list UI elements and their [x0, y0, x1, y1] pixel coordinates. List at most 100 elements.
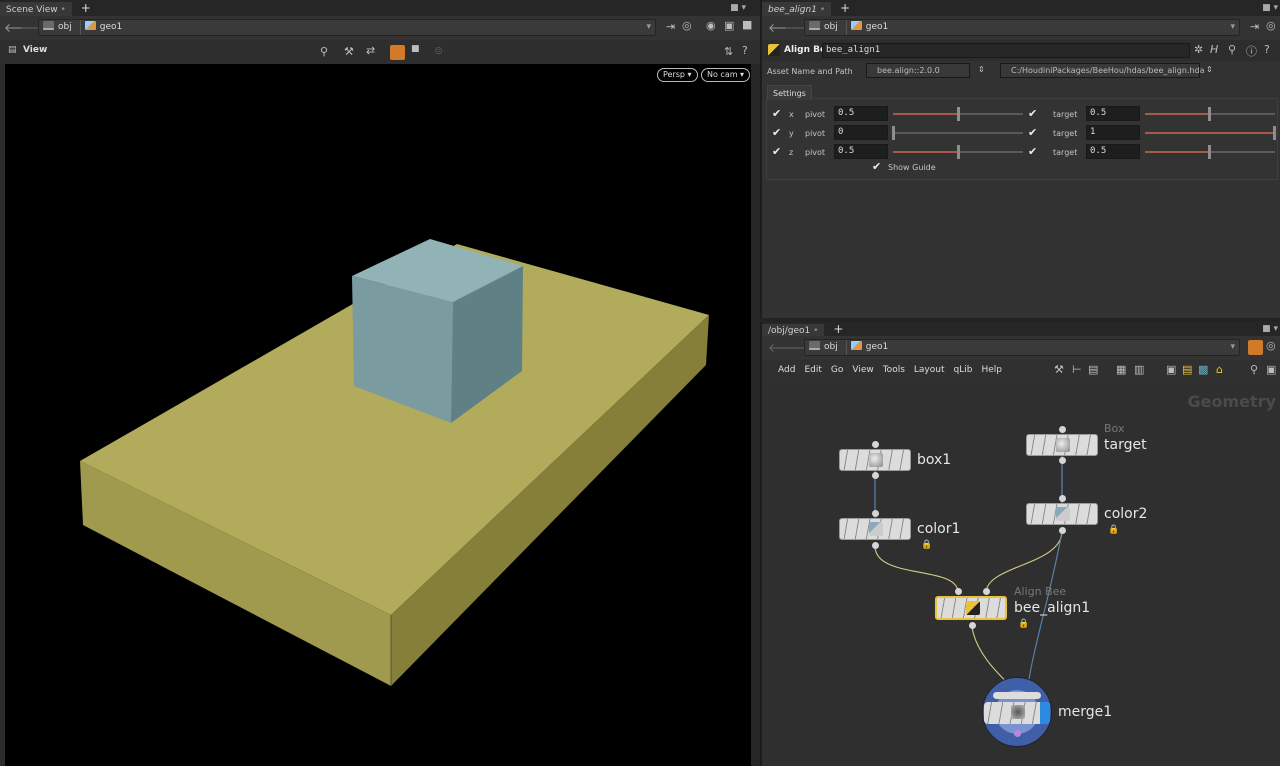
pane-menu-icon[interactable]: ■ ▾	[1262, 0, 1278, 16]
show-guide-checkbox[interactable]: ✔	[872, 160, 881, 173]
pin-icon[interactable]: ⇥	[1250, 20, 1259, 33]
asset-name-stepper-icon[interactable]: ⇕	[978, 65, 985, 74]
link-orange-icon[interactable]	[1248, 340, 1263, 355]
info-icon[interactable]: ⓘ	[1246, 43, 1257, 59]
hat-icon[interactable]: ⌂	[1216, 360, 1223, 380]
target-z-checkbox[interactable]: ✔	[1028, 145, 1037, 158]
sticky-note-icon[interactable]: ▤	[1182, 360, 1192, 380]
add-tab-icon[interactable]: +	[81, 1, 91, 15]
node-color2-name[interactable]: color2	[1104, 506, 1147, 522]
node-box1-name[interactable]: box1	[917, 452, 951, 468]
pivot-x-slider[interactable]	[893, 107, 1023, 121]
target-z-slider[interactable]	[1145, 145, 1275, 159]
asset-name-field[interactable]: bee.align::2.0.0	[866, 63, 970, 78]
table-icon[interactable]: ▥	[1134, 360, 1144, 380]
target-x-checkbox[interactable]: ✔	[1028, 107, 1037, 120]
bee-align1-output-port[interactable]	[969, 622, 976, 629]
target-input-port[interactable]	[1059, 426, 1066, 433]
path-obj[interactable]: obj	[824, 22, 838, 32]
color1-input-port[interactable]	[872, 510, 879, 517]
axis-z-checkbox[interactable]: ✔	[772, 145, 781, 158]
maximize-icon[interactable]: ■	[742, 18, 752, 31]
tools-icon[interactable]: ⚒	[1054, 360, 1064, 380]
node-name-field[interactable]: bee_align1	[822, 43, 1190, 58]
link-icon[interactable]: ◎	[1266, 19, 1276, 32]
help-icon[interactable]: ?	[1264, 43, 1270, 56]
help-icon[interactable]: ?	[742, 44, 748, 57]
link-icon[interactable]: ◎	[682, 19, 692, 32]
path-breadcrumb[interactable]: obj geo1 ▾	[804, 339, 1240, 356]
node-color1[interactable]	[839, 518, 911, 540]
menu-tools[interactable]: Tools	[883, 360, 905, 380]
hda-icon[interactable]: H	[1210, 43, 1218, 56]
transform-icon[interactable]: ⇄	[366, 44, 375, 57]
camera-icon[interactable]: ◉	[706, 19, 716, 32]
tab-settings[interactable]: Settings	[767, 85, 812, 100]
add-tab-icon[interactable]: +	[840, 1, 850, 15]
node-color1-name[interactable]: color1	[917, 521, 960, 537]
layout-icon[interactable]: ▣	[724, 19, 734, 32]
path-geo1[interactable]: geo1	[866, 342, 888, 352]
pivot-x-field[interactable]: 0.5	[834, 106, 888, 121]
path-geo1[interactable]: geo1	[866, 22, 888, 32]
menu-help[interactable]: Help	[981, 360, 1002, 380]
node-target-name[interactable]: target	[1104, 437, 1147, 453]
asset-path-stepper-icon[interactable]: ⇕	[1206, 65, 1213, 74]
maximize-icon[interactable]: ▣	[1266, 360, 1276, 380]
menu-add[interactable]: Add	[778, 360, 795, 380]
node-bee-align1[interactable]	[935, 596, 1007, 620]
axis-y-checkbox[interactable]: ✔	[772, 126, 781, 139]
palette-icon[interactable]: ▩	[1198, 360, 1208, 380]
axis-x-checkbox[interactable]: ✔	[772, 107, 781, 120]
box1-input-port[interactable]	[872, 441, 879, 448]
node-box1[interactable]	[839, 449, 911, 471]
display-icon[interactable]: ■	[411, 44, 420, 54]
path-obj[interactable]: obj	[58, 22, 72, 32]
menu-qlib[interactable]: qLib	[954, 360, 973, 380]
chevron-down-icon[interactable]: ▾	[1230, 340, 1235, 355]
view-menu-icon[interactable]: ▤	[8, 45, 17, 55]
menu-layout[interactable]: Layout	[914, 360, 945, 380]
link-icon[interactable]: ◎	[1266, 339, 1276, 352]
path-breadcrumb[interactable]: obj geo1 ▾	[804, 19, 1240, 36]
chevron-down-icon[interactable]: ▾	[646, 20, 651, 35]
menu-edit[interactable]: Edit	[804, 360, 821, 380]
pivot-y-field[interactable]: 0	[834, 125, 888, 140]
target-y-slider[interactable]	[1145, 126, 1276, 140]
grid-icon[interactable]: ▦	[1116, 360, 1126, 380]
cam-menu[interactable]: No cam ▾	[701, 68, 751, 82]
target-z-field[interactable]: 0.5	[1086, 144, 1140, 159]
tree-icon[interactable]: ⊢	[1072, 360, 1082, 380]
node-merge1-name[interactable]: merge1	[1058, 704, 1112, 720]
viewport-3d[interactable]: Persp ▾ No cam ▾	[5, 64, 751, 766]
gear-icon[interactable]: ✲	[1194, 43, 1203, 56]
snap-icon[interactable]: ⚲	[320, 45, 328, 58]
add-tab-icon[interactable]: +	[833, 322, 843, 336]
target-x-slider[interactable]	[1145, 107, 1275, 121]
target-x-field[interactable]: 0.5	[1086, 106, 1140, 121]
pivot-y-slider[interactable]	[892, 126, 1023, 140]
bee-align1-input-port-2[interactable]	[983, 588, 990, 595]
color1-output-port[interactable]	[872, 542, 879, 549]
pivot-z-field[interactable]: 0.5	[834, 144, 888, 159]
chevron-down-icon[interactable]: ▾	[1230, 20, 1235, 35]
ghost-icon[interactable]: ⊜	[434, 44, 443, 57]
node-bee-align1-name[interactable]: bee_align1	[1014, 600, 1090, 616]
select-mode-icon[interactable]	[390, 45, 405, 60]
color2-output-port[interactable]	[1059, 527, 1066, 534]
network-editor-canvas[interactable]: Geometry box1 color1 🔒 Box target color2…	[762, 380, 1280, 766]
pane-menu-icon[interactable]: ■ ▾	[1262, 322, 1278, 336]
handle-icon[interactable]: ⚒	[344, 45, 354, 58]
target-y-field[interactable]: 1	[1086, 125, 1140, 140]
network-view-icon[interactable]: ▣	[1166, 360, 1176, 380]
search-icon[interactable]: ⚲	[1228, 43, 1236, 56]
bee-align1-input-port-1[interactable]	[955, 588, 962, 595]
box1-output-port[interactable]	[872, 472, 879, 479]
color2-input-port[interactable]	[1059, 495, 1066, 502]
search-icon[interactable]: ⚲	[1250, 360, 1258, 380]
display-options-icon[interactable]: ⇅	[724, 45, 733, 58]
path-obj[interactable]: obj	[824, 342, 838, 352]
merge1-output-port[interactable]	[1014, 730, 1021, 737]
target-output-port[interactable]	[1059, 457, 1066, 464]
node-target[interactable]	[1026, 434, 1098, 456]
